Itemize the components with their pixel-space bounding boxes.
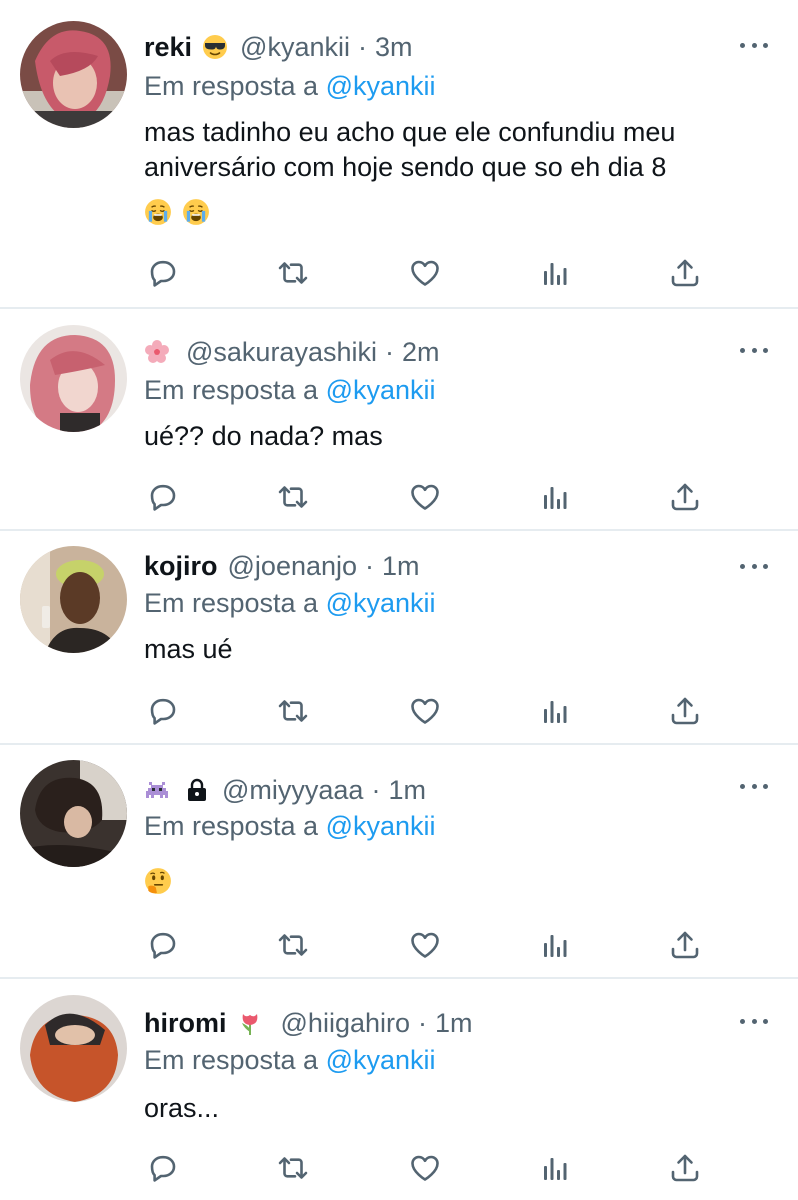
avatar[interactable] [20, 760, 127, 867]
reply-mention-link[interactable]: @kyankii [326, 811, 436, 841]
display-name[interactable]: reki [144, 31, 192, 63]
thinking-face-emoji [144, 867, 172, 895]
timestamp[interactable]: 2m [402, 336, 440, 368]
reply-prefix: Em resposta a [144, 375, 319, 405]
reply-prefix: Em resposta a [144, 588, 319, 618]
avatar[interactable] [20, 546, 127, 653]
tweet-text: mas tadinho eu acho que ele confundiu me… [144, 117, 676, 182]
avatar[interactable] [20, 995, 127, 1102]
tulip-emoji [237, 1010, 263, 1036]
reply-icon[interactable] [146, 480, 180, 514]
like-heart-icon[interactable] [408, 928, 442, 962]
share-icon[interactable] [668, 694, 702, 728]
tweet-emojis [144, 867, 172, 895]
reply-icon[interactable] [146, 694, 180, 728]
timestamp[interactable]: 3m [375, 31, 413, 63]
user-handle[interactable]: @sakurayashiki [186, 336, 377, 368]
share-icon[interactable] [668, 928, 702, 962]
tweet-header: hiromi @hiigahiro · 1m [144, 1007, 473, 1039]
more-options-icon[interactable] [740, 345, 768, 355]
more-options-icon[interactable] [740, 40, 768, 50]
tweet[interactable]: @sakurayashiki · 2m Em resposta a @kyank… [0, 309, 798, 529]
timestamp[interactable]: 1m [435, 1007, 473, 1039]
reply-icon[interactable] [146, 928, 180, 962]
reply-icon[interactable] [146, 1151, 180, 1185]
retweet-icon[interactable] [276, 480, 310, 514]
reply-prefix: Em resposta a [144, 811, 319, 841]
user-handle[interactable]: @joenanjo [228, 550, 358, 582]
tweet-text: oras... [144, 1093, 220, 1123]
reply-context: Em resposta a @kyankii [144, 810, 436, 842]
separator-dot: · [371, 775, 381, 805]
tweet-actions [146, 480, 706, 514]
more-options-icon[interactable] [740, 781, 768, 791]
reply-context: Em resposta a @kyankii [144, 587, 436, 619]
user-handle[interactable]: @kyankii [240, 31, 350, 63]
tweet-header: kojiro @joenanjo · 1m [144, 550, 420, 582]
separator-dot: · [384, 337, 394, 367]
views-chart-icon[interactable] [538, 694, 572, 728]
tweet[interactable]: hiromi @hiigahiro · 1m Em resposta a @ky… [0, 979, 798, 1200]
retweet-icon[interactable] [276, 1151, 310, 1185]
tweet-actions [146, 256, 706, 290]
user-handle[interactable]: @miyyyaaa [222, 774, 363, 806]
retweet-icon[interactable] [276, 256, 310, 290]
avatar[interactable] [20, 325, 127, 432]
like-heart-icon[interactable] [408, 694, 442, 728]
loudly-crying-face-emoji [144, 198, 172, 226]
more-options-icon[interactable] [740, 561, 768, 571]
reply-prefix: Em resposta a [144, 71, 319, 101]
tweet[interactable]: reki @kyankii · 3m Em resposta a @kyanki… [0, 0, 798, 306]
tweet-text: ué?? do nada? mas [144, 421, 383, 451]
tweet-text: mas ué [144, 634, 233, 664]
like-heart-icon[interactable] [408, 1151, 442, 1185]
reply-mention-link[interactable]: @kyankii [326, 375, 436, 405]
reply-context: Em resposta a @kyankii [144, 70, 436, 102]
share-icon[interactable] [668, 1151, 702, 1185]
sunglasses-face-emoji [202, 34, 228, 60]
cherry-blossom-emoji [144, 339, 170, 365]
views-chart-icon[interactable] [538, 928, 572, 962]
share-icon[interactable] [668, 256, 702, 290]
share-icon[interactable] [668, 480, 702, 514]
tweet[interactable]: @miyyyaaa · 1m Em resposta a @kyankii [0, 745, 798, 977]
views-chart-icon[interactable] [538, 256, 572, 290]
reply-mention-link[interactable]: @kyankii [326, 71, 436, 101]
separator-dot: · [358, 32, 367, 62]
reply-mention-link[interactable]: @kyankii [326, 1045, 436, 1075]
lock-icon [184, 777, 210, 803]
tweet[interactable]: kojiro @joenanjo · 1m Em resposta a @kya… [0, 531, 798, 743]
reply-context: Em resposta a @kyankii [144, 374, 436, 406]
separator-dot: · [365, 551, 375, 581]
tweet-header: @sakurayashiki · 2m [144, 336, 440, 368]
timestamp[interactable]: 1m [382, 550, 420, 582]
views-chart-icon[interactable] [538, 480, 572, 514]
retweet-icon[interactable] [276, 694, 310, 728]
tweet-actions [146, 1151, 706, 1185]
more-options-icon[interactable] [740, 1016, 768, 1026]
loudly-crying-face-emoji [182, 198, 210, 226]
like-heart-icon[interactable] [408, 256, 442, 290]
tweet-header: reki @kyankii · 3m [144, 31, 413, 63]
tweet-emojis [144, 198, 210, 226]
views-chart-icon[interactable] [538, 1151, 572, 1185]
reply-prefix: Em resposta a [144, 1045, 319, 1075]
separator-dot: · [418, 1008, 427, 1038]
reply-context: Em resposta a @kyankii [144, 1044, 436, 1076]
reply-icon[interactable] [146, 256, 180, 290]
like-heart-icon[interactable] [408, 480, 442, 514]
reply-mention-link[interactable]: @kyankii [326, 588, 436, 618]
alien-monster-emoji [144, 777, 170, 803]
tweet-actions [146, 928, 706, 962]
avatar[interactable] [20, 21, 127, 128]
display-name[interactable]: hiromi [144, 1007, 227, 1039]
retweet-icon[interactable] [276, 928, 310, 962]
display-name[interactable]: kojiro [144, 550, 218, 582]
user-handle[interactable]: @hiigahiro [281, 1007, 410, 1039]
tweet-header: @miyyyaaa · 1m [144, 774, 426, 806]
timestamp[interactable]: 1m [388, 774, 426, 806]
tweet-actions [146, 694, 706, 728]
